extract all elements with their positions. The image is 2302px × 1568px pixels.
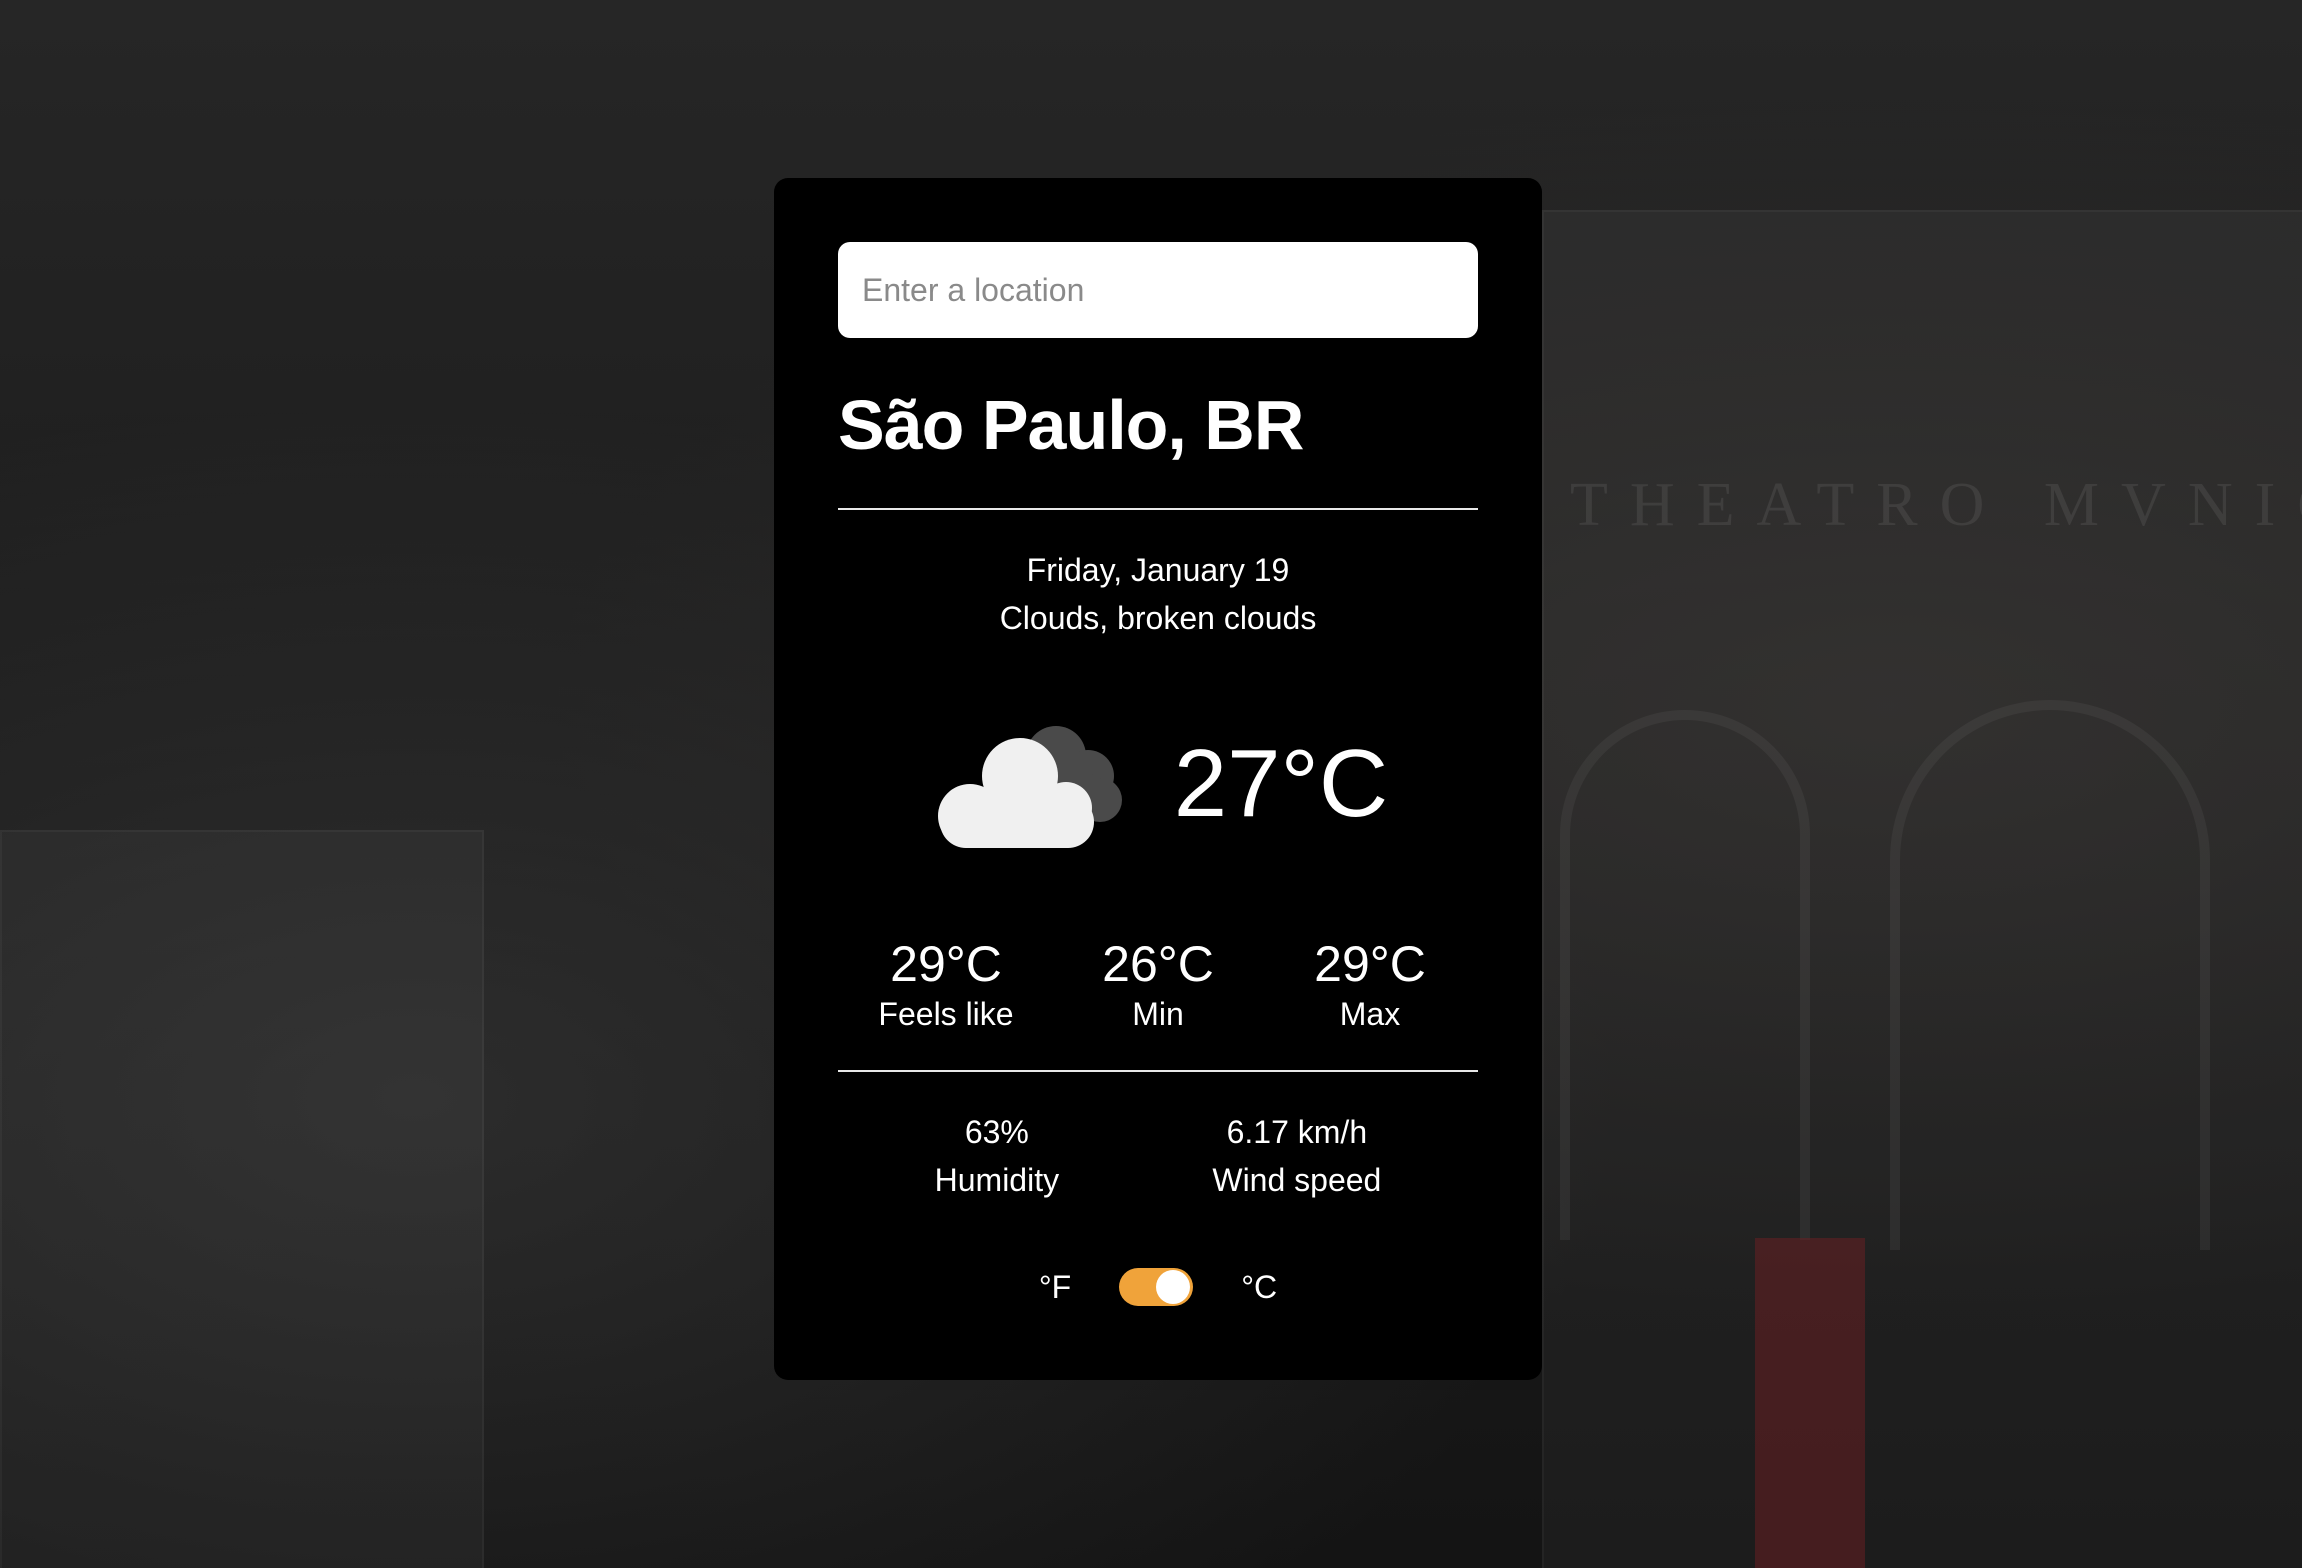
- humidity-value: 63%: [964, 1114, 1029, 1150]
- current-weather: 27°C: [838, 714, 1478, 854]
- extra-details: 63% Humidity 6.17 km/h Wind speed: [838, 1108, 1478, 1204]
- min-temp-label: Min: [1132, 996, 1184, 1032]
- wind-speed-value: 6.17 km/h: [1226, 1114, 1368, 1150]
- divider: [838, 508, 1478, 510]
- min-temp-value: 26°C: [1102, 936, 1214, 992]
- weather-card: São Paulo, BR Friday, January 19 Clouds,…: [774, 178, 1542, 1380]
- unit-toggle-row: °F °C: [838, 1268, 1478, 1306]
- feels-like-value: 29°C: [890, 936, 1002, 992]
- max-temp-label: Max: [1339, 996, 1401, 1032]
- date-text: Friday, January 19: [1026, 552, 1290, 588]
- feels-like-stat: 29°C Feels like: [846, 934, 1046, 1034]
- fahrenheit-label: °F: [1038, 1268, 1072, 1305]
- weather-summary: Friday, January 19 Clouds, broken clouds: [838, 546, 1478, 642]
- toggle-knob: [1156, 1270, 1191, 1304]
- humidity-stat: 63% Humidity: [935, 1108, 1059, 1204]
- max-temp-value: 29°C: [1314, 936, 1426, 992]
- min-temp-stat: 26°C Min: [1058, 934, 1258, 1034]
- temperature-details: 29°C Feels like 26°C Min 29°C Max: [838, 934, 1478, 1034]
- background-building-left: [0, 830, 484, 1568]
- background-inscription: THEATRO MVNIC: [1570, 471, 2302, 539]
- condition-text: Clouds, broken clouds: [999, 600, 1317, 636]
- background-banner: [1755, 1238, 1865, 1568]
- wind-speed-stat: 6.17 km/h Wind speed: [1212, 1108, 1381, 1204]
- unit-toggle-switch[interactable]: [1119, 1268, 1194, 1306]
- location-search-input[interactable]: [838, 242, 1478, 338]
- feels-like-label: Feels like: [878, 996, 1014, 1032]
- humidity-label: Humidity: [934, 1162, 1060, 1198]
- background-arch: [1560, 710, 1810, 1240]
- location-title: São Paulo, BR: [838, 386, 1304, 464]
- background-arch: [1890, 700, 2210, 1250]
- divider: [838, 1070, 1478, 1072]
- celsius-label: °C: [1241, 1268, 1278, 1305]
- max-temp-stat: 29°C Max: [1270, 934, 1470, 1034]
- broken-clouds-icon: [937, 726, 1122, 848]
- current-temperature: 27°C: [1173, 730, 1389, 837]
- wind-speed-label: Wind speed: [1212, 1162, 1382, 1198]
